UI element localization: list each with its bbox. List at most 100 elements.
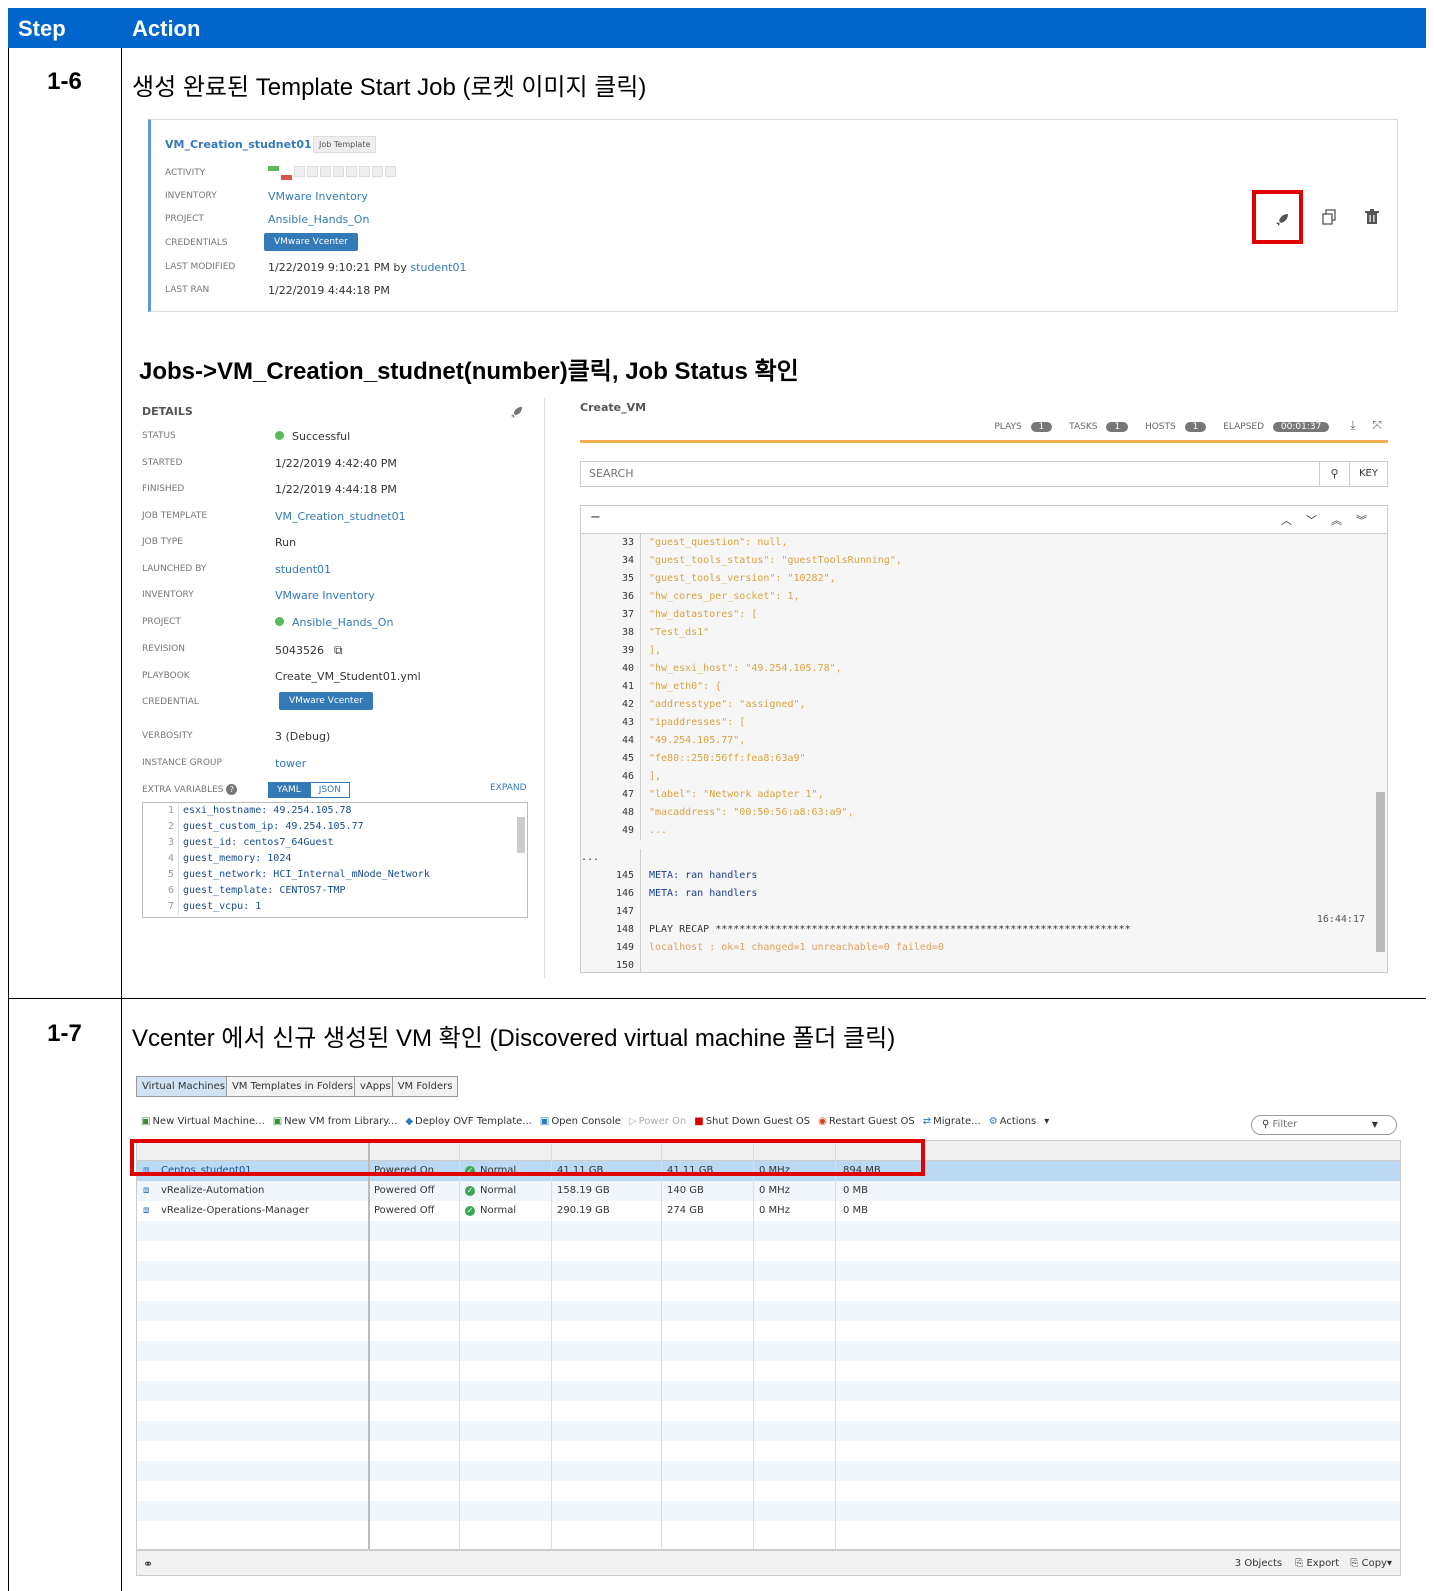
- toolbar-action[interactable]: Deploy OVF Template...: [415, 1116, 532, 1127]
- credentials-label: CREDENTIALS: [165, 238, 228, 248]
- grid-splitter[interactable]: [368, 1141, 370, 1549]
- cell-name[interactable]: vRealize-Automation: [161, 1185, 264, 1196]
- toolbar-action[interactable]: Open Console: [551, 1116, 621, 1127]
- objects-count: 3 Objects: [1234, 1558, 1283, 1569]
- cell-mem: 0 MB: [843, 1185, 869, 1196]
- header-step: Step: [18, 16, 66, 41]
- expand-link[interactable]: EXPAND: [490, 783, 527, 793]
- empty-row: [137, 1281, 1400, 1301]
- copy-icon[interactable]: [1321, 209, 1337, 229]
- copy-revision-icon[interactable]: ⧉: [334, 643, 343, 657]
- fullscreen-icon[interactable]: ⤧: [1372, 418, 1382, 432]
- download-icon[interactable]: ⤓: [1350, 418, 1355, 432]
- cell-name[interactable]: vRealize-Operations-Manager: [161, 1205, 309, 1216]
- vcenter-tabs: Virtual Machines VM Templates in Folders v…: [136, 1076, 459, 1098]
- toolbar-action[interactable]: Actions: [1000, 1116, 1037, 1127]
- vcenter-tab[interactable]: Virtual Machines: [136, 1076, 231, 1097]
- output-line-number: 149: [581, 939, 641, 957]
- output-line: 45 "fe80::250:56ff:fea8:63a9": [581, 750, 1371, 768]
- detail-value: 5043526 ⧉: [275, 643, 343, 658]
- json-tab[interactable]: JSON: [309, 782, 350, 798]
- detail-label: JOB TEMPLATE: [142, 511, 208, 521]
- detail-value: student01: [275, 563, 331, 576]
- extra-variables-editor[interactable]: 1 esxi_hostname: 49.254.105.78 2 guest_cust…: [142, 802, 528, 918]
- toolbar-action[interactable]: Migrate...: [933, 1116, 981, 1127]
- toolbar-action[interactable]: Power On: [639, 1116, 687, 1127]
- project-link[interactable]: Ansible_Hands_On: [268, 213, 369, 226]
- yaml-tab[interactable]: YAML: [268, 782, 310, 798]
- cell-status: Normal: [480, 1185, 517, 1196]
- detail-value-text[interactable]: tower: [275, 757, 306, 770]
- table-row[interactable]: ⧈ vRealize-Operations-Manager Powered Off ✓…: [137, 1201, 1400, 1221]
- output-line-number: 150: [581, 957, 641, 972]
- empty-row: [137, 1501, 1400, 1521]
- copy-dropdown-icon[interactable]: ▾: [1387, 1558, 1392, 1569]
- template-title[interactable]: VM_Creation_studnet01: [165, 138, 312, 151]
- export-button[interactable]: Export: [1306, 1558, 1339, 1569]
- help-icon[interactable]: ?: [226, 784, 238, 795]
- relaunch-rocket-icon[interactable]: [510, 406, 523, 422]
- yaml-line: 3 guest_id: centos7_64Guest: [143, 835, 527, 851]
- credentials-tag[interactable]: VMware Vcenter: [264, 233, 358, 251]
- hosts-count: 1: [1184, 422, 1207, 432]
- output-line-number: 46: [581, 768, 641, 786]
- delete-icon[interactable]: [1365, 209, 1379, 229]
- empty-row: [137, 1241, 1400, 1261]
- panel-divider: [544, 398, 545, 978]
- activity-bar: [268, 166, 398, 180]
- output-timestamp: 16:44:17: [1316, 914, 1365, 925]
- copy-button[interactable]: Copy: [1362, 1558, 1387, 1569]
- find-icon[interactable]: ⚭: [143, 1557, 153, 1571]
- collapse-button[interactable]: −: [590, 510, 601, 525]
- output-title: Create_VM: [580, 401, 647, 414]
- vcenter-tab[interactable]: VM Folders: [391, 1076, 459, 1097]
- output-line-number: 45: [581, 750, 641, 768]
- search-input[interactable]: [589, 467, 1289, 480]
- vcenter-tab[interactable]: VM Templates in Folders: [225, 1076, 360, 1097]
- detail-value: Successful: [275, 430, 350, 443]
- detail-label: JOB TYPE: [142, 537, 183, 547]
- key-button[interactable]: KEY: [1349, 462, 1387, 486]
- table-row[interactable]: ⧈ vRealize-Automation Powered Off ✓ Normal 15…: [137, 1181, 1400, 1201]
- copy-icon-footer[interactable]: ⎘: [1350, 1558, 1358, 1569]
- toolbar-action[interactable]: Shut Down Guest OS: [706, 1116, 810, 1127]
- filter-dropdown-icon[interactable]: ▼: [1372, 1120, 1378, 1129]
- empty-row: [137, 1361, 1400, 1381]
- empty-row: [137, 1421, 1400, 1441]
- vcenter-tab[interactable]: vApps: [354, 1076, 397, 1097]
- toolbar-action[interactable]: New VM from Library...: [284, 1116, 397, 1127]
- export-icon[interactable]: ⎘: [1295, 1558, 1303, 1569]
- detail-label: STARTED: [142, 458, 183, 468]
- search-icon[interactable]: ⚲: [1319, 462, 1349, 486]
- toolbar-action[interactable]: New Virtual Machine...: [152, 1116, 264, 1127]
- yaml-line-text: guest_network: HCI_Internal_mNode_Networ…: [183, 869, 430, 880]
- actions-dropdown-icon[interactable]: ▾: [1044, 1116, 1049, 1127]
- scroll-nav-icons[interactable]: ︿﹀︽︾: [1281, 512, 1381, 528]
- last-modified-user[interactable]: student01: [410, 261, 466, 274]
- detail-value-text[interactable]: VMware Vcenter: [279, 692, 373, 710]
- detail-value-text[interactable]: student01: [275, 563, 331, 576]
- inventory-link[interactable]: VMware Inventory: [268, 190, 368, 203]
- step-subheading-1-6: Jobs->VM_Creation_studnet(number)클릭, Job…: [139, 358, 799, 385]
- output-line-text: "Test_ds1": [649, 627, 710, 638]
- yaml-line: 2 guest_custom_ip: 49.254.105.77: [143, 819, 527, 835]
- filter-input[interactable]: [1272, 1119, 1369, 1130]
- output-line-text: ],: [649, 645, 662, 656]
- detail-value: tower: [275, 757, 306, 770]
- step-heading-1-7: Vcenter 에서 신규 생성된 VM 확인 (Discovered virt…: [132, 1025, 896, 1052]
- detail-value-text[interactable]: Ansible_Hands_On: [292, 616, 393, 629]
- output-line: 147: [581, 903, 1371, 921]
- output-line: 46 ],: [581, 768, 1371, 786]
- output-line-text: "addresstype": "assigned",: [649, 699, 806, 710]
- yaml-line-number: 1: [143, 803, 179, 819]
- detail-value-text[interactable]: VMware Inventory: [275, 589, 375, 602]
- yaml-line-text: guest_id: centos7_64Guest: [183, 837, 334, 848]
- output-scrollbar[interactable]: [1376, 792, 1385, 952]
- output-line: 49 ...: [581, 822, 1371, 840]
- yaml-scrollbar[interactable]: [517, 817, 525, 853]
- step-label-1-7: 1-7: [47, 1020, 82, 1047]
- output-line-text: META: ran handlers: [649, 870, 758, 881]
- empty-row: [137, 1401, 1400, 1421]
- detail-value-text[interactable]: VM_Creation_studnet01: [275, 510, 406, 523]
- toolbar-action[interactable]: Restart Guest OS: [829, 1116, 915, 1127]
